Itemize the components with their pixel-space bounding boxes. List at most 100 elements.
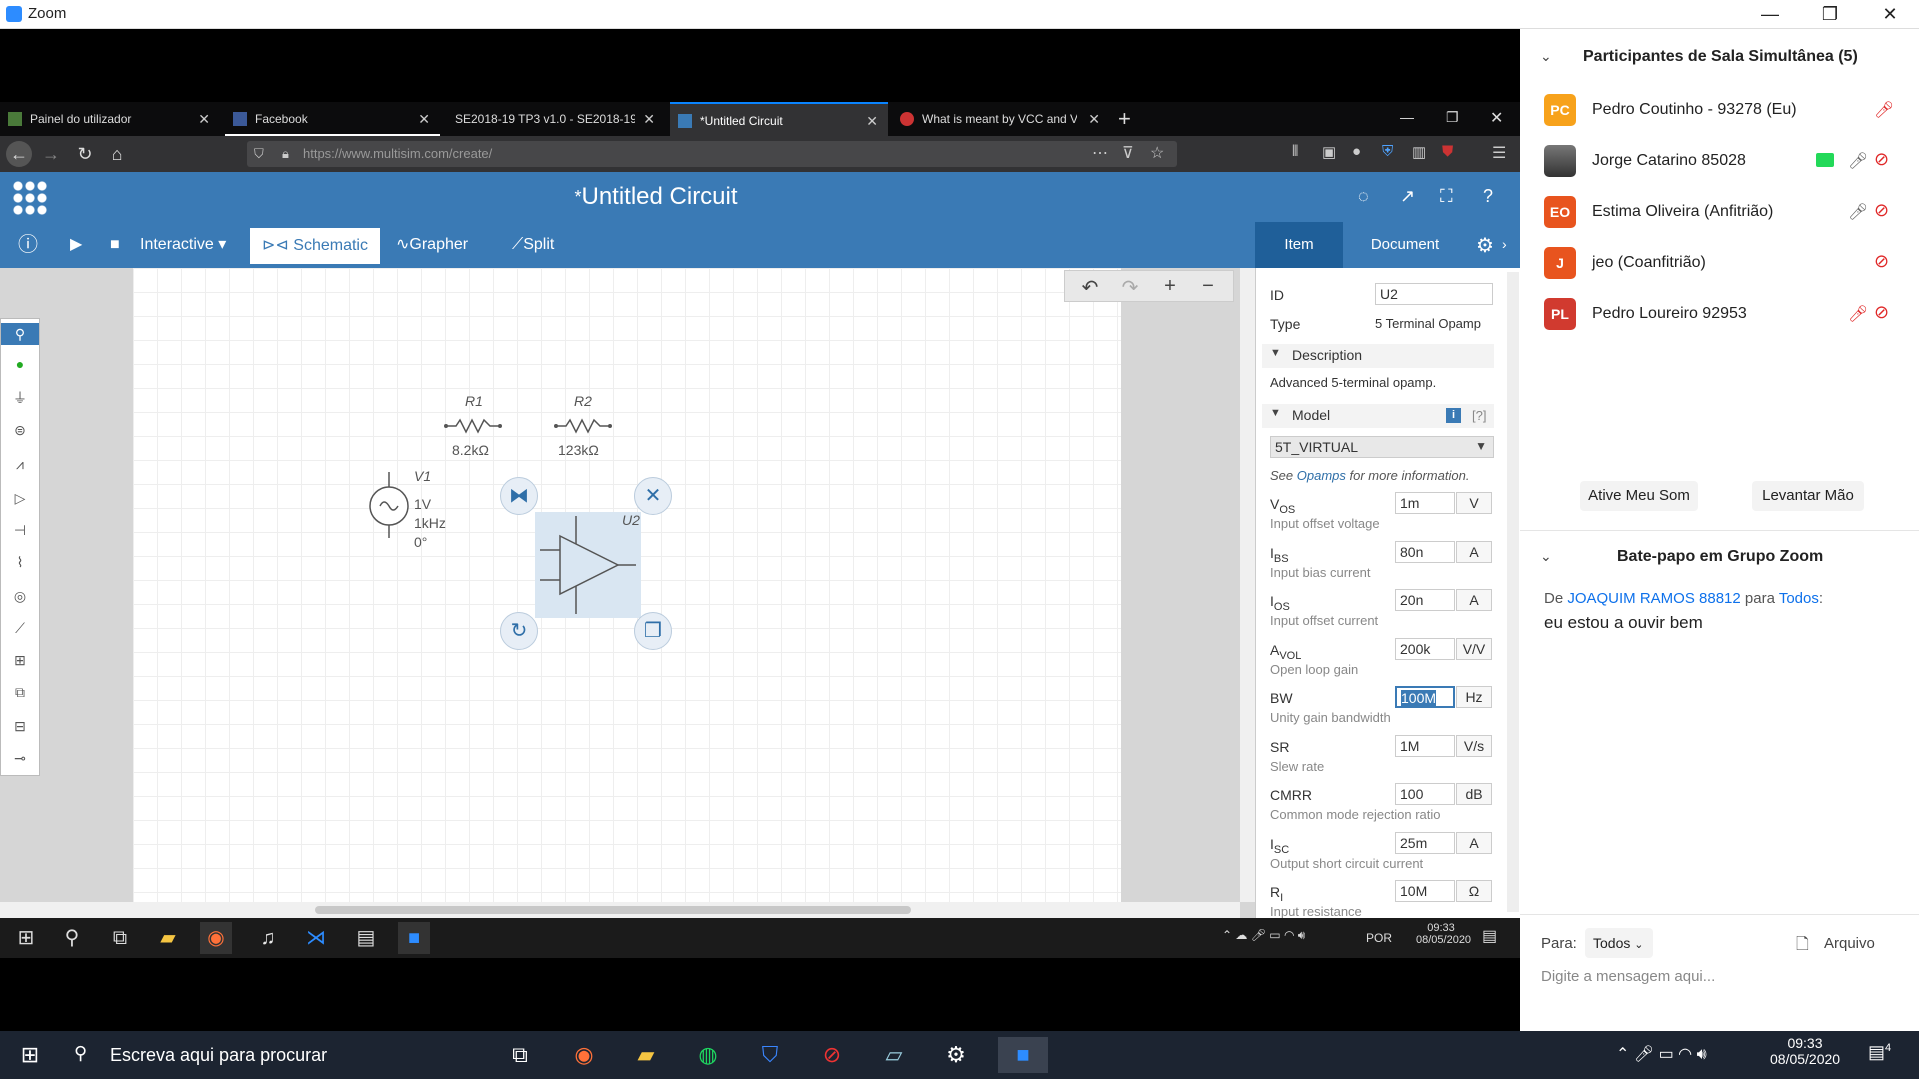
file-button[interactable]: Arquivo (1824, 935, 1875, 952)
forward-icon[interactable]: → (38, 141, 64, 167)
settings-gear-icon[interactable]: ⚙ (1476, 233, 1494, 258)
param-value-input[interactable]: 100 (1395, 783, 1455, 805)
resistor-r1[interactable] (446, 418, 500, 434)
close-tab-icon[interactable]: ✕ (418, 102, 430, 136)
menu-icon[interactable]: ☰ (1492, 143, 1506, 163)
ground-icon[interactable]: ⏚ (9, 387, 31, 409)
library-icon[interactable]: ⫴ (1292, 143, 1298, 160)
tab-document[interactable]: Document (1345, 222, 1465, 268)
tab-item[interactable]: Item (1255, 222, 1343, 268)
voice-icon[interactable]: ◌ (1358, 186, 1369, 207)
chevron-down-icon[interactable]: ⌄ (1540, 48, 1552, 65)
model-select[interactable]: 5T_VIRTUAL ▼ (1270, 436, 1494, 458)
param-value-input[interactable]: 10M (1395, 880, 1455, 902)
mode-dropdown[interactable]: Interactive ▾ (140, 222, 226, 268)
extension-shield-icon[interactable]: ⛨ (1382, 143, 1393, 160)
bookmark-star-icon[interactable]: ☆ (1150, 143, 1164, 163)
video-off-icon[interactable]: ⊘ (1874, 149, 1889, 170)
settings-gear-icon[interactable]: ⚙ (936, 1037, 976, 1073)
ic-icon[interactable]: ⧉ (9, 681, 31, 703)
sidebar-icon[interactable]: ▣ (1322, 143, 1336, 161)
video-off-icon[interactable]: ⊘ (1874, 302, 1889, 323)
model-header[interactable]: ▼ Model i [?] (1262, 404, 1494, 428)
close-tab-icon[interactable]: ✕ (1088, 102, 1100, 136)
model-info-icon[interactable]: i (1446, 408, 1461, 423)
home-icon[interactable]: ⌂ (104, 141, 130, 167)
page-actions-icon[interactable]: ⋯ (1092, 143, 1108, 163)
close-tab-icon[interactable]: ✕ (198, 102, 210, 136)
id-field[interactable]: U2 (1375, 283, 1493, 305)
firefox-icon[interactable]: ◉ (564, 1037, 604, 1073)
task-view-icon[interactable]: ⧉ (104, 922, 136, 954)
param-value-input[interactable]: 80n (1395, 540, 1455, 563)
browser-tab[interactable]: SE2018-19 TP3 v1.0 - SE2018-19 T ✕ (445, 102, 665, 136)
bitwarden-icon[interactable]: ⛉ (750, 1037, 790, 1073)
chat-recipient[interactable]: Todos (1779, 590, 1819, 607)
microphone-muted-icon[interactable]: 🎤︎ (1874, 100, 1894, 120)
windows-start-icon[interactable]: ⊞ (10, 1037, 50, 1073)
resistor-icon[interactable]: ⩘ (9, 453, 31, 475)
itunes-icon[interactable]: ♫ (252, 922, 284, 954)
play-icon[interactable]: ▶ (70, 222, 82, 268)
param-value-input[interactable]: 20n (1395, 589, 1455, 611)
undo-icon[interactable]: ↶ (1075, 275, 1105, 300)
diode-icon[interactable]: ⊣ (9, 519, 31, 541)
vertical-scrollbar[interactable] (1240, 268, 1255, 902)
close-button[interactable]: ✕ (1868, 2, 1912, 26)
video-off-icon[interactable]: ⊘ (1874, 251, 1889, 272)
app-icon[interactable]: ⊘ (812, 1037, 852, 1073)
restore-button[interactable]: ❐ (1808, 2, 1852, 26)
file-explorer-icon[interactable]: ▰ (626, 1037, 666, 1073)
browser-tab[interactable]: What is meant by VCC and VEE ✕ (892, 102, 1110, 136)
tray-icons[interactable]: ⌃ 🎤︎ ▭ ◠ 🔊︎ (1616, 1044, 1707, 1064)
model-help-link[interactable]: [?] (1472, 408, 1486, 423)
relay-icon[interactable]: ⊞ (9, 649, 31, 671)
vscode-icon[interactable]: ⋊ (300, 922, 332, 954)
delete-icon[interactable]: ✕ (634, 477, 672, 515)
close-tab-icon[interactable]: ✕ (866, 104, 878, 138)
notifications-icon[interactable]: ▤ (1482, 926, 1497, 946)
account-icon[interactable]: ● (1352, 143, 1361, 160)
ff-close-icon[interactable]: ✕ (1490, 108, 1503, 128)
info-icon[interactable]: ⓘ (18, 222, 38, 268)
param-value-input[interactable]: 1m (1395, 492, 1455, 514)
task-view-icon[interactable]: ⧉ (500, 1037, 540, 1073)
browser-tab[interactable]: Facebook ✕ (225, 102, 440, 136)
resistor-r2[interactable] (556, 418, 610, 434)
recipient-dropdown[interactable]: Todos ⌄ (1585, 928, 1653, 958)
file-explorer-icon[interactable]: ▰ (152, 922, 184, 954)
param-value-input[interactable]: 25m (1395, 831, 1455, 854)
chat-input[interactable]: Digite a mensagem aqui... (1541, 968, 1901, 992)
reload-icon[interactable]: ↻ (72, 141, 98, 167)
participant-row[interactable]: J jeo (Coanfitrião) ⊘ (1544, 247, 1904, 283)
ff-restore-icon[interactable]: ❐ (1446, 109, 1459, 126)
participant-row[interactable]: PC Pedro Coutinho - 93278 (Eu) 🎤︎ (1544, 94, 1904, 130)
new-tab-button[interactable]: + (1118, 106, 1131, 132)
transistor-icon[interactable]: ⌇ (9, 551, 31, 573)
minimize-button[interactable]: — (1748, 2, 1792, 26)
zoom-app-icon[interactable]: ■ (398, 922, 430, 954)
microphone-muted-icon[interactable]: 🎤︎ (1848, 304, 1868, 324)
chat-sender[interactable]: JOAQUIM RAMOS 88812 (1567, 590, 1740, 607)
ublock-icon[interactable]: ⛊ (1442, 143, 1453, 160)
language-indicator[interactable]: POR (1366, 931, 1392, 945)
participant-row[interactable]: Jorge Catarino 85028 🎤︎ ⊘ (1544, 145, 1904, 181)
notes-icon[interactable]: ▱ (874, 1037, 914, 1073)
probe-icon[interactable]: ⊸ (9, 747, 31, 769)
description-header[interactable]: ▼ Description (1262, 344, 1494, 368)
param-value-input[interactable]: 100M (1395, 686, 1455, 708)
shield-icon[interactable]: ⛉ (254, 146, 264, 162)
opamp-icon[interactable]: ▷ (9, 487, 31, 509)
chevron-right-icon[interactable]: › (1502, 236, 1507, 252)
search-icon[interactable]: ⚲ (56, 922, 88, 954)
url-bar[interactable]: https://www.multisim.com/create/ (247, 141, 1177, 167)
terminal-icon[interactable]: ▤ (350, 922, 382, 954)
microphone-icon[interactable]: 🎤︎ (1848, 202, 1868, 222)
zoom-out-icon[interactable]: − (1193, 275, 1223, 298)
taskbar-search-box[interactable]: ⚲ Escreva aqui para procurar (62, 1031, 482, 1079)
param-value-input[interactable]: 1M (1395, 734, 1455, 757)
fullscreen-icon[interactable]: ⛶ (1440, 186, 1453, 207)
pocket-icon[interactable]: ⊽ (1122, 143, 1134, 163)
video-off-icon[interactable]: ⊘ (1874, 200, 1889, 221)
extension-icon[interactable]: ▥ (1412, 143, 1426, 161)
